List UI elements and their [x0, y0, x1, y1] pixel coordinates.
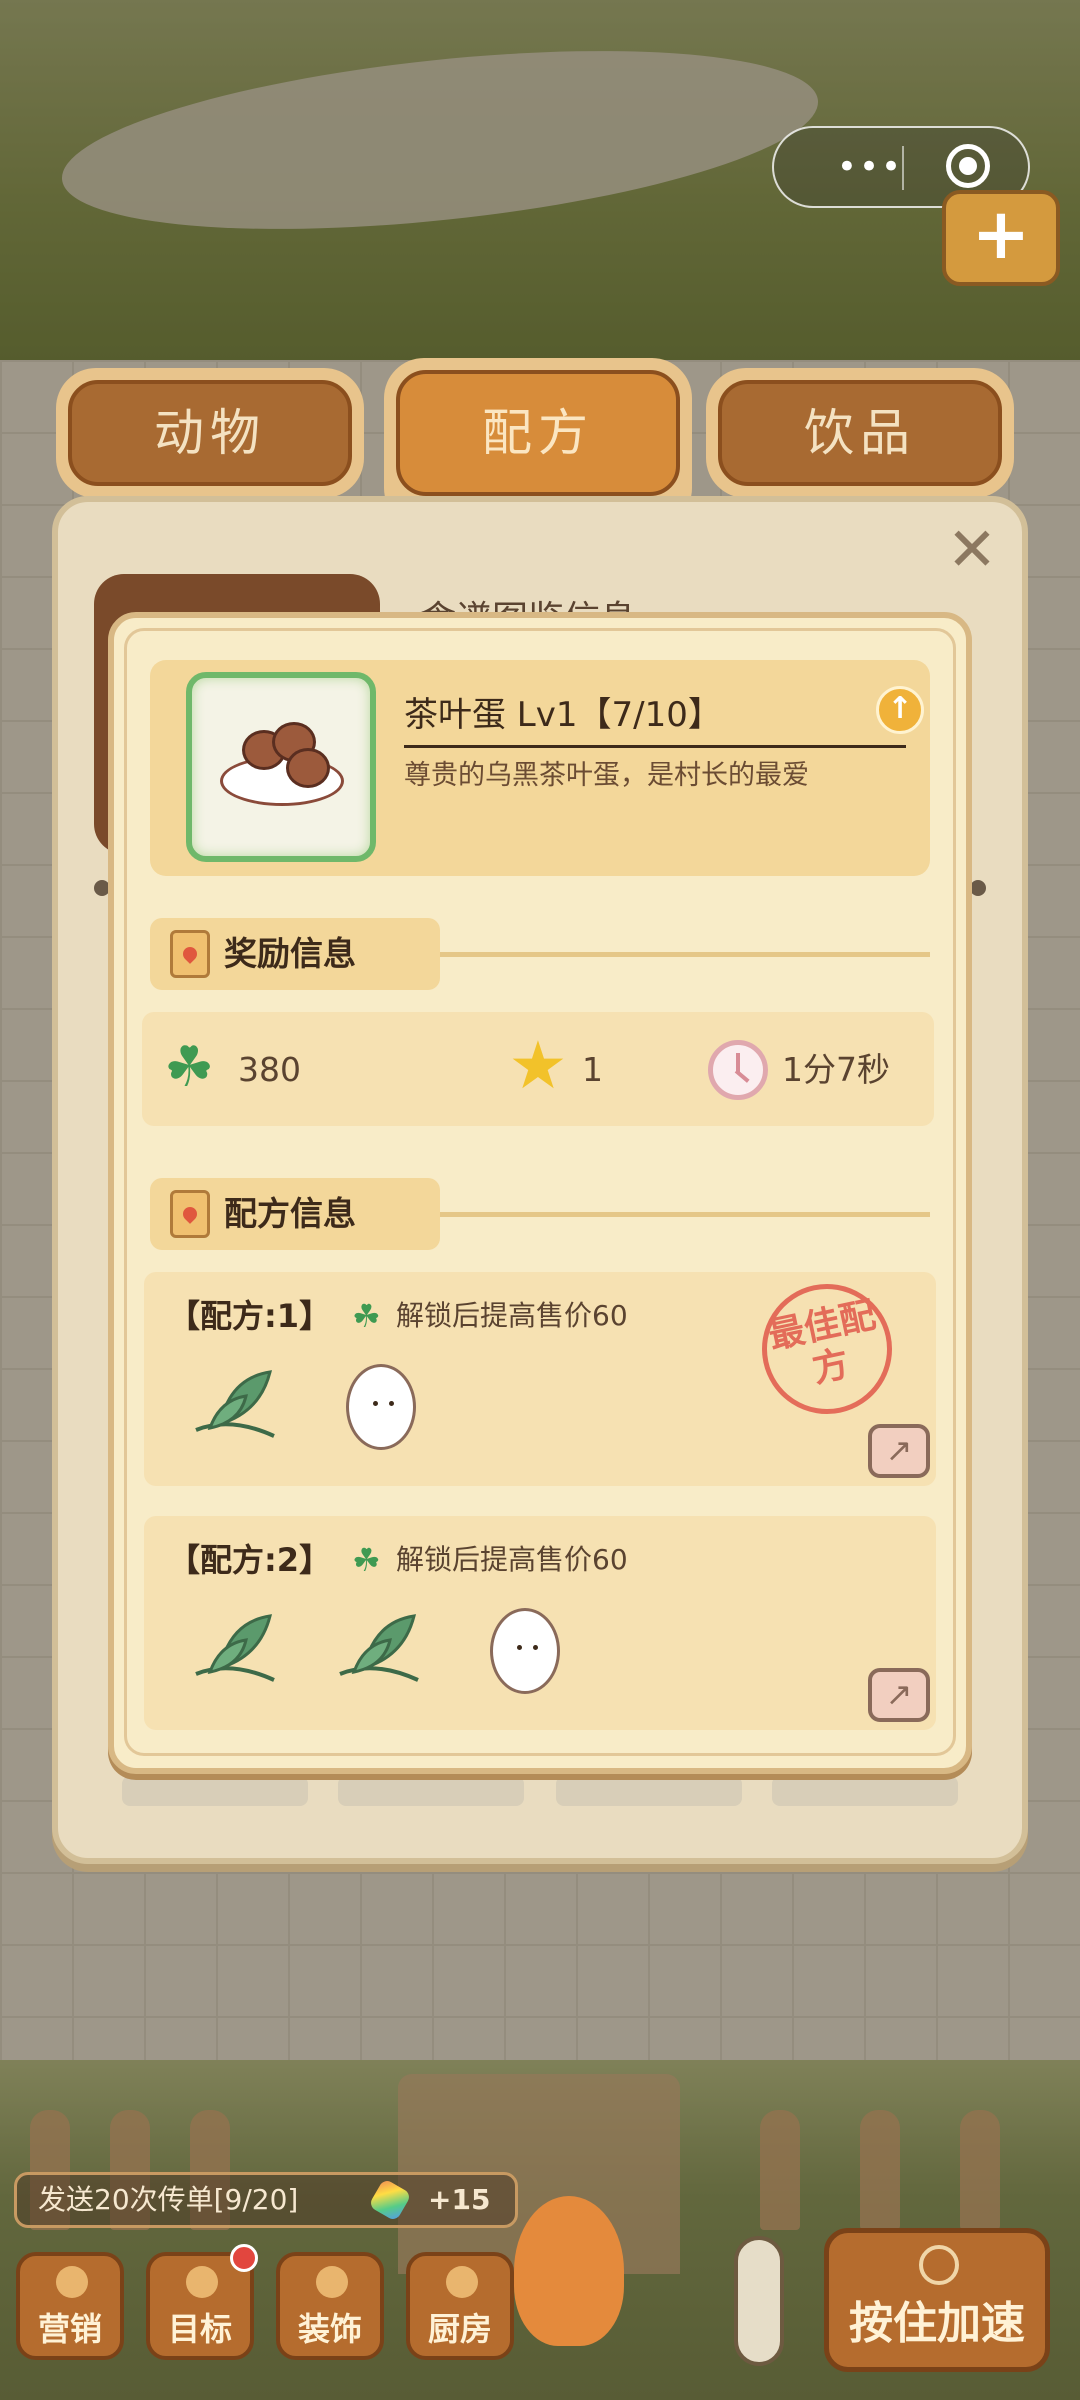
grid-cell[interactable]	[122, 1776, 308, 1806]
megaphone-icon	[56, 2266, 88, 2298]
tab-drinks[interactable]: 饮品	[706, 368, 1014, 498]
tea-leaf-icon	[195, 1370, 275, 1438]
reward-section-title: 奖励信息	[224, 934, 356, 973]
reward-star-value: 1	[582, 1050, 603, 1089]
reward-clover-value: 380	[238, 1050, 301, 1089]
nav-kitchen-button[interactable]: 厨房	[406, 2252, 514, 2360]
hold-to-speed-button[interactable]: 按住加速	[824, 2228, 1050, 2372]
add-button[interactable]: +	[942, 190, 1060, 286]
star-icon: ★	[508, 1027, 568, 1104]
recipe-unlock-text: 解锁后提高售价60	[396, 1299, 628, 1332]
nav-label: 厨房	[427, 2310, 492, 2348]
task-text: 发送20次传单[9/20]	[38, 2183, 299, 2216]
item-name-underline	[404, 745, 906, 748]
section-divider	[440, 1212, 930, 1217]
nav-decor-button[interactable]: 装饰	[276, 2252, 384, 2360]
grid-cell-locked[interactable]	[556, 1776, 742, 1806]
grid-cell[interactable]	[338, 1776, 524, 1806]
paint-roller-icon	[316, 2266, 348, 2298]
cat-character	[514, 2196, 624, 2346]
capsule-divider	[902, 146, 904, 190]
scroll-dot-right	[970, 880, 986, 896]
recipe-unlock-text: 解锁后提高售价60	[396, 1543, 628, 1576]
tea-egg-icon	[286, 748, 330, 788]
tab-drinks-label: 饮品	[718, 380, 1002, 486]
tab-recipes-label: 配方	[396, 370, 680, 496]
item-name: 茶叶蛋 Lv1【7/10】	[404, 695, 722, 735]
recipe-title: 【配方:2】	[168, 1541, 332, 1579]
nav-marketing-button[interactable]: 营销	[16, 2252, 124, 2360]
wok-icon	[446, 2266, 478, 2298]
recipe-section-title: 配方信息	[224, 1194, 356, 1233]
share-icon[interactable]: ↗	[868, 1668, 930, 1722]
share-icon[interactable]: ↗	[868, 1424, 930, 1478]
clock-icon	[708, 1040, 768, 1100]
tea-leaf-icon	[195, 1614, 275, 1682]
tab-animals-label: 动物	[68, 380, 352, 486]
task-reward: +15	[428, 2183, 491, 2216]
section-divider	[440, 952, 930, 957]
clipboard-icon	[170, 930, 210, 978]
more-menu-button[interactable]: •••	[810, 146, 930, 188]
egg-icon	[346, 1364, 416, 1450]
item-description: 尊贵的乌黑茶叶蛋，是村长的最爱	[404, 760, 809, 791]
thermometer-icon	[734, 2236, 784, 2366]
close-icon[interactable]: ✕	[944, 520, 1000, 580]
nav-label: 装饰	[297, 2310, 362, 2348]
egg-icon	[490, 1608, 560, 1694]
tea-leaf-icon	[339, 1614, 419, 1682]
notification-dot	[230, 2244, 258, 2272]
tab-animals[interactable]: 动物	[56, 368, 364, 498]
clover-icon: ☘	[164, 1035, 215, 1100]
recipe-title: 【配方:1】	[168, 1297, 332, 1335]
close-miniprogram-icon[interactable]	[946, 144, 990, 188]
nav-label: 目标	[167, 2310, 232, 2348]
target-icon	[186, 2266, 218, 2298]
play-icon	[919, 2245, 959, 2285]
nav-label: 营销	[37, 2310, 102, 2348]
reward-time-value: 1分7秒	[782, 1050, 890, 1089]
clover-icon: ☘	[352, 1297, 381, 1335]
grid-cell-locked[interactable]	[772, 1776, 958, 1806]
clipboard-icon	[170, 1190, 210, 1238]
upgrade-icon[interactable]: ↑	[876, 686, 924, 734]
speed-label: 按住加速	[849, 2298, 1025, 2349]
clover-icon: ☘	[352, 1541, 381, 1579]
